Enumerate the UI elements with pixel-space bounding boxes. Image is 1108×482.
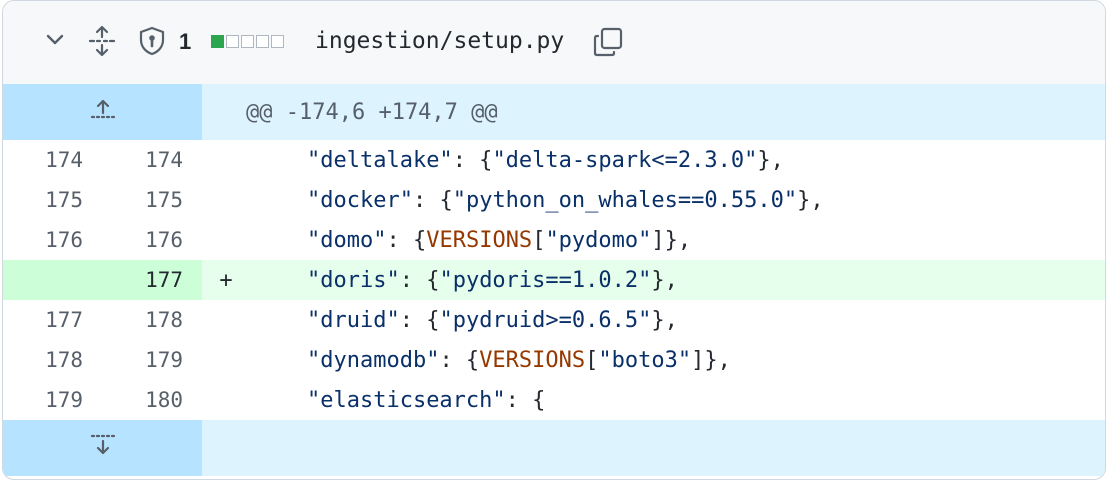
new-line-number[interactable]: 179 bbox=[102, 340, 202, 380]
punctuation-token: }, bbox=[797, 187, 824, 213]
code-line: "dynamodb": {VERSIONS["boto3"]}, bbox=[250, 348, 731, 373]
new-line-number[interactable]: 178 bbox=[102, 300, 202, 340]
old-line-number[interactable]: 175 bbox=[3, 180, 102, 220]
new-line-number[interactable]: 177 bbox=[102, 260, 202, 300]
punctuation-token bbox=[254, 308, 307, 333]
code-line: "domo": {VERSIONS["pydomo"]}, bbox=[250, 228, 691, 253]
punctuation-token bbox=[254, 148, 307, 173]
code-line: "druid": {"pydruid>=0.6.5"}, bbox=[250, 308, 678, 333]
new-line-number[interactable]: 174 bbox=[102, 140, 202, 180]
new-line-number[interactable]: 175 bbox=[102, 180, 202, 220]
change-count: 1 bbox=[179, 29, 192, 54]
diff-line-context: 176 176 "domo": {VERSIONS["pydomo"]}, bbox=[3, 220, 1105, 260]
diff-line-context: 179 180 "elasticsearch": { bbox=[3, 380, 1105, 420]
punctuation-token: ]}, bbox=[691, 347, 731, 373]
unfold-icon[interactable] bbox=[87, 25, 117, 57]
string-token: "elasticsearch" bbox=[306, 387, 506, 413]
string-token: "doris" bbox=[306, 267, 400, 293]
code-line: "doris": {"pydoris==1.0.2"}, bbox=[250, 268, 678, 293]
expand-up-button[interactable] bbox=[3, 84, 202, 140]
diff-marker: + bbox=[219, 267, 233, 293]
copy-icon[interactable] bbox=[591, 25, 625, 63]
punctuation-token: : { bbox=[439, 347, 480, 373]
string-token: "docker" bbox=[306, 187, 413, 213]
string-token: "domo" bbox=[306, 227, 387, 253]
file-header: 1 ingestion/setup.py bbox=[3, 1, 1105, 85]
punctuation-token: ]}, bbox=[651, 227, 692, 253]
string-token: "druid" bbox=[306, 307, 400, 333]
string-token: "pydoris==1.0.2" bbox=[439, 267, 652, 293]
old-line-number[interactable]: 177 bbox=[3, 300, 102, 340]
expand-down-button[interactable] bbox=[3, 420, 202, 476]
string-token: "pydruid>=0.6.5" bbox=[439, 307, 652, 333]
diffstat-block-neutral bbox=[271, 35, 284, 48]
punctuation-token: : { bbox=[399, 307, 440, 333]
old-line-number[interactable] bbox=[3, 260, 102, 300]
punctuation-token: }, bbox=[651, 267, 678, 293]
diffstat bbox=[211, 35, 284, 48]
code-line: "deltalake": {"delta-spark<=2.3.0"}, bbox=[250, 148, 784, 173]
constant-token: VERSIONS bbox=[479, 347, 586, 373]
punctuation-token: }, bbox=[757, 147, 784, 173]
code-line: "docker": {"python_on_whales==0.55.0"}, bbox=[250, 188, 824, 213]
diff-line-added: 177 + "doris": {"pydoris==1.0.2"}, bbox=[3, 260, 1105, 300]
new-line-number[interactable]: 176 bbox=[102, 220, 202, 260]
punctuation-token: : { bbox=[412, 187, 453, 213]
punctuation-token: : { bbox=[452, 147, 493, 173]
string-token: "pydomo" bbox=[545, 227, 652, 253]
diffstat-block-added bbox=[211, 35, 224, 48]
string-token: "boto3" bbox=[598, 347, 692, 373]
diffstat-block-neutral bbox=[241, 35, 254, 48]
expand-up-icon bbox=[88, 97, 118, 127]
diff-line-context: 178 179 "dynamodb": {VERSIONS["boto3"]}, bbox=[3, 340, 1105, 380]
new-line-number[interactable]: 180 bbox=[102, 380, 202, 420]
old-line-number[interactable]: 179 bbox=[3, 380, 102, 420]
constant-token: VERSIONS bbox=[426, 227, 533, 253]
punctuation-token bbox=[254, 228, 307, 253]
punctuation-token: : { bbox=[386, 227, 427, 253]
diffstat-block-neutral bbox=[256, 35, 269, 48]
string-token: "deltalake" bbox=[306, 147, 453, 173]
diff-line-context: 177 178 "druid": {"pydruid>=0.6.5"}, bbox=[3, 300, 1105, 340]
shield-icon[interactable] bbox=[137, 25, 167, 57]
punctuation-token: : { bbox=[505, 387, 546, 413]
punctuation-token bbox=[254, 348, 307, 373]
diff-line-context: 174 174 "deltalake": {"delta-spark<=2.3.0… bbox=[3, 140, 1105, 180]
punctuation-token: [ bbox=[585, 347, 599, 373]
expand-down-icon bbox=[88, 432, 118, 464]
diffstat-block-neutral bbox=[226, 35, 239, 48]
string-token: "python_on_whales==0.55.0" bbox=[452, 187, 798, 213]
string-token: "dynamodb" bbox=[306, 347, 440, 373]
diff-table: @@ -174,6 +174,7 @@ 174 174 "deltalake": … bbox=[3, 84, 1105, 476]
punctuation-token: : { bbox=[399, 267, 440, 293]
punctuation-token bbox=[254, 388, 307, 413]
hunk-footer-row bbox=[3, 420, 1105, 476]
hunk-header-row: @@ -174,6 +174,7 @@ bbox=[3, 84, 1105, 140]
chevron-down-icon[interactable] bbox=[41, 25, 69, 53]
diff-file-container: 1 ingestion/setup.py @@ -174,6 +174,7 @@… bbox=[2, 0, 1106, 480]
old-line-number[interactable]: 174 bbox=[3, 140, 102, 180]
punctuation-token: [ bbox=[532, 227, 546, 253]
hunk-header-text: @@ -174,6 +174,7 @@ bbox=[246, 99, 498, 125]
punctuation-token: }, bbox=[651, 307, 678, 333]
file-path-link[interactable]: ingestion/setup.py bbox=[315, 28, 564, 54]
old-line-number[interactable]: 176 bbox=[3, 220, 102, 260]
punctuation-token bbox=[254, 268, 307, 293]
punctuation-token bbox=[254, 188, 307, 213]
old-line-number[interactable]: 178 bbox=[3, 340, 102, 380]
string-token: "delta-spark<=2.3.0" bbox=[492, 147, 758, 173]
diff-line-context: 175 175 "docker": {"python_on_whales==0.5… bbox=[3, 180, 1105, 220]
code-line: "elasticsearch": { bbox=[250, 388, 545, 413]
